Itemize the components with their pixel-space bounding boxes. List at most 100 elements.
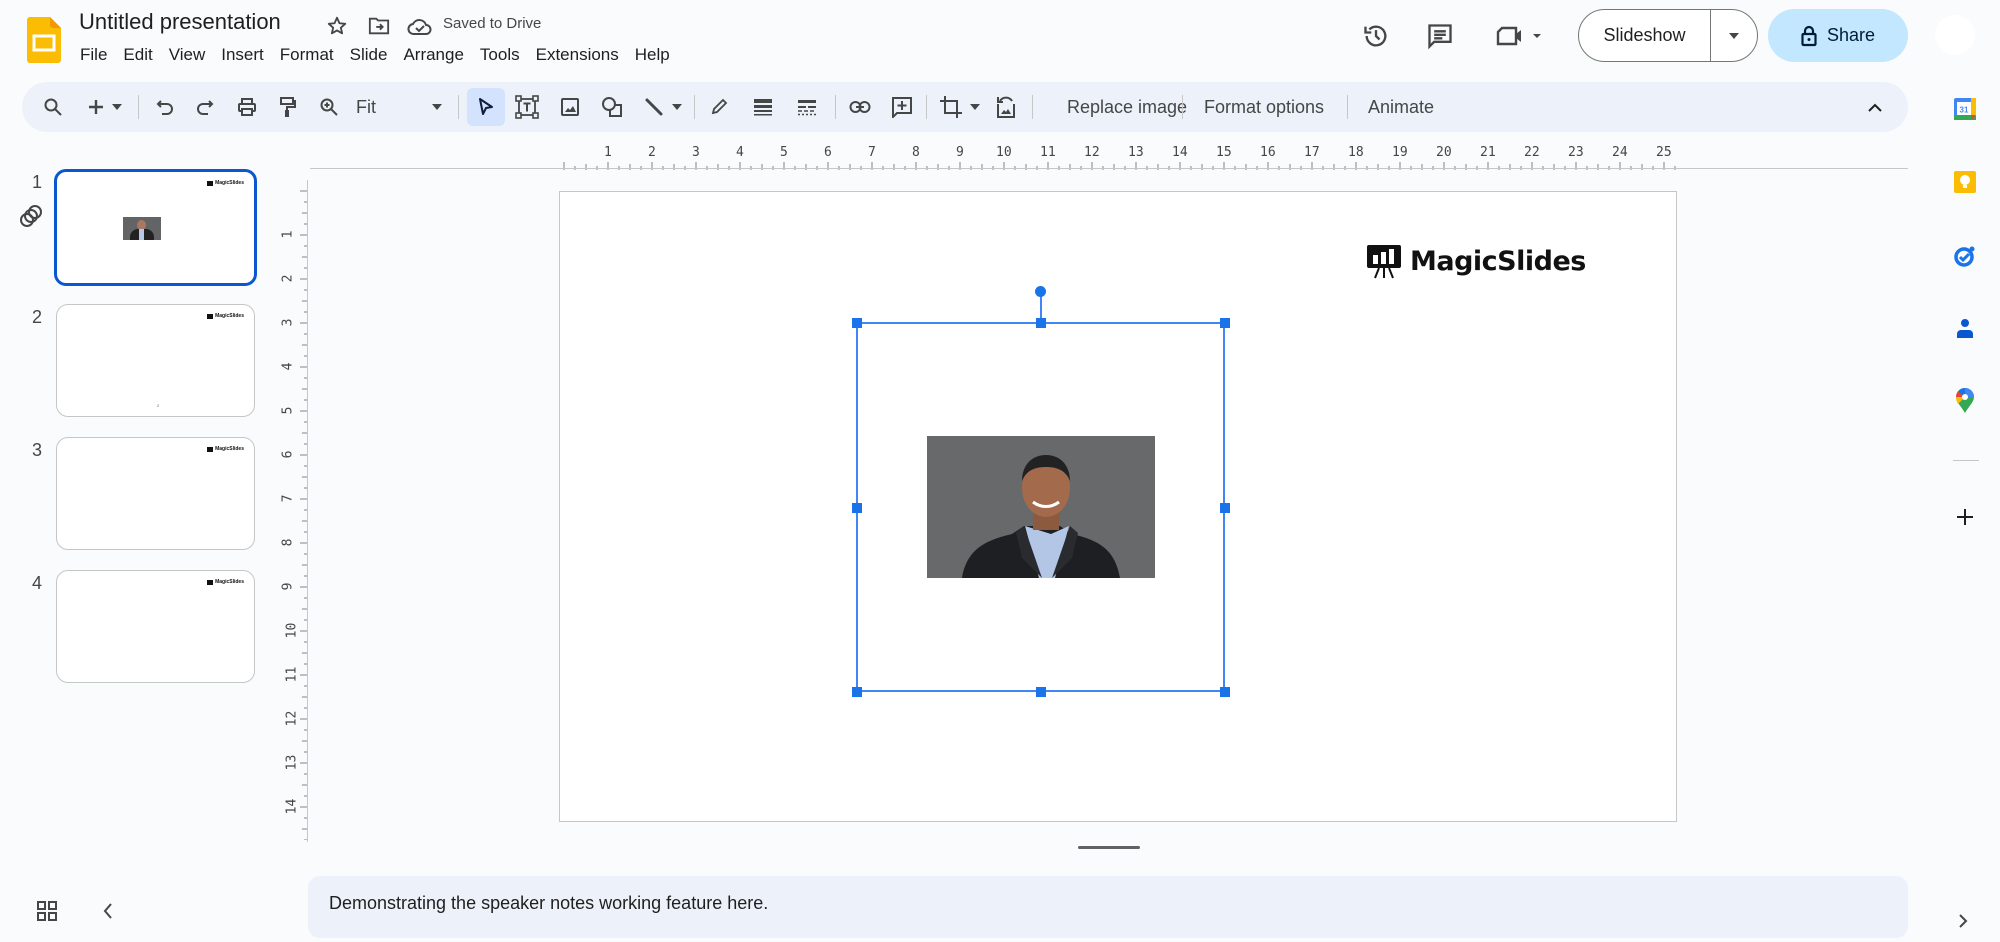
contacts-icon[interactable]: [1950, 313, 1980, 343]
menu-view[interactable]: View: [161, 43, 214, 67]
border-dash-icon[interactable]: [794, 82, 820, 132]
ruler-label: 12: [284, 710, 300, 727]
select-tool-icon[interactable]: [467, 88, 505, 126]
search-menus-icon[interactable]: [38, 82, 68, 132]
menu-extensions[interactable]: Extensions: [528, 43, 627, 67]
line-icon[interactable]: [640, 82, 668, 132]
toolbar: Fit Replace image Format options Animate: [22, 82, 1908, 132]
redo-icon[interactable]: [192, 82, 218, 132]
document-title[interactable]: Untitled presentation: [79, 9, 281, 35]
share-label: Share: [1826, 25, 1876, 45]
menu-help[interactable]: Help: [627, 43, 678, 67]
cloud-saved-icon[interactable]: [407, 13, 433, 39]
image-selection-box[interactable]: [856, 322, 1225, 692]
crop-dropdown[interactable]: [968, 82, 982, 132]
zoom-icon[interactable]: [316, 82, 342, 132]
animate-button[interactable]: Animate: [1356, 82, 1446, 132]
grid-view-icon[interactable]: [36, 900, 58, 922]
ruler-label: 22: [1524, 145, 1540, 160]
border-color-icon[interactable]: [706, 82, 732, 132]
undo-icon[interactable]: [152, 82, 178, 132]
paint-format-icon[interactable]: [275, 82, 301, 132]
collapse-toolbar-icon[interactable]: [1862, 82, 1888, 132]
menu-arrange[interactable]: Arrange: [395, 43, 471, 67]
zoom-select[interactable]: Fit: [356, 82, 396, 132]
ruler-label: 7: [868, 145, 876, 160]
linked-objects-icon[interactable]: [18, 203, 44, 229]
brand-name: MagicSlides: [1410, 245, 1586, 277]
slide-number: 4: [32, 573, 43, 593]
slide-thumbnail-3[interactable]: MagicSlides: [56, 437, 255, 550]
thumbnail-photo: [123, 217, 161, 240]
speaker-notes-text[interactable]: Demonstrating the speaker notes working …: [329, 893, 768, 914]
resize-handle-e[interactable]: [1220, 503, 1230, 513]
horizontal-ruler[interactable]: 1 2 3 4 5 6 7 8 9 10 11 12 13 14 15 16 17 18 19 20 21 22 23 24 2…: [560, 142, 1677, 170]
version-history-icon[interactable]: [1356, 16, 1396, 56]
rotate-handle[interactable]: [1035, 286, 1046, 297]
collapse-filmstrip-icon[interactable]: [102, 902, 118, 920]
insert-image-icon[interactable]: [556, 82, 584, 132]
format-options-button[interactable]: Format options: [1194, 82, 1334, 132]
maps-icon[interactable]: [1950, 386, 1980, 416]
lock-icon: [1801, 25, 1817, 46]
menu-edit[interactable]: Edit: [115, 43, 160, 67]
slideshow-button[interactable]: Slideshow: [1579, 10, 1711, 61]
ruler-label: 18: [1348, 145, 1364, 160]
account-avatar[interactable]: [1935, 15, 1975, 55]
ruler-label: 2: [280, 274, 296, 283]
text-box-icon[interactable]: [512, 82, 542, 132]
add-comment-icon[interactable]: [888, 82, 916, 132]
resize-handle-ne[interactable]: [1220, 318, 1230, 328]
speaker-notes[interactable]: Demonstrating the speaker notes working …: [308, 876, 1908, 938]
ruler-label: 7: [280, 494, 296, 503]
video-call-icon[interactable]: [1490, 16, 1550, 56]
ruler-label: 9: [280, 582, 296, 591]
resize-handle-s[interactable]: [1036, 687, 1046, 697]
new-slide-dropdown[interactable]: [110, 82, 124, 132]
new-slide-icon[interactable]: [84, 82, 108, 132]
ruler-label: 10: [996, 145, 1012, 160]
ruler-label: 24: [1612, 145, 1628, 160]
vertical-ruler[interactable]: 1 2 3 4 5 6 7 8 9 10 11 12 13 14: [280, 180, 310, 840]
print-icon[interactable]: [234, 82, 260, 132]
ruler-label: 6: [280, 450, 296, 459]
move-to-folder-icon[interactable]: [366, 13, 392, 39]
border-weight-icon[interactable]: [750, 82, 776, 132]
keep-icon[interactable]: [1950, 167, 1980, 197]
star-icon[interactable]: [324, 13, 350, 39]
menu-slide[interactable]: Slide: [342, 43, 396, 67]
shape-icon[interactable]: [598, 82, 626, 132]
tasks-icon[interactable]: [1950, 241, 1980, 271]
resize-handle-nw[interactable]: [852, 318, 862, 328]
zoom-dropdown[interactable]: [430, 82, 444, 132]
menu-tools[interactable]: Tools: [472, 43, 528, 67]
line-dropdown[interactable]: [670, 82, 684, 132]
calendar-icon[interactable]: 31: [1950, 94, 1980, 124]
notes-resize-handle[interactable]: [1078, 846, 1140, 849]
slide-thumbnail-2[interactable]: MagicSlides 2: [56, 304, 255, 417]
share-button[interactable]: Share: [1768, 9, 1908, 62]
crop-icon[interactable]: [936, 82, 966, 132]
insert-link-icon[interactable]: [846, 82, 874, 132]
replace-image-button[interactable]: Replace image: [1044, 82, 1210, 132]
menu-insert[interactable]: Insert: [213, 43, 272, 67]
slideshow-dropdown[interactable]: [1711, 10, 1757, 61]
reset-image-icon[interactable]: [992, 82, 1020, 132]
resize-handle-n[interactable]: [1036, 318, 1046, 328]
google-slides-logo[interactable]: [27, 17, 61, 63]
magicslides-logo[interactable]: MagicSlides: [1366, 243, 1586, 279]
ruler-label: 9: [956, 145, 964, 160]
slideshow-button-group: Slideshow: [1578, 9, 1758, 62]
slide-thumbnail-4[interactable]: MagicSlides: [56, 570, 255, 683]
expand-side-panel-icon[interactable]: [1958, 914, 1972, 932]
resize-handle-sw[interactable]: [852, 687, 862, 697]
resize-handle-se[interactable]: [1220, 687, 1230, 697]
resize-handle-w[interactable]: [852, 503, 862, 513]
ruler-label: 3: [692, 145, 700, 160]
comments-icon[interactable]: [1420, 16, 1460, 56]
menu-format[interactable]: Format: [272, 43, 342, 67]
slide-thumbnail-1[interactable]: MagicSlides: [54, 169, 257, 286]
ruler-label: 15: [1216, 145, 1232, 160]
menu-file[interactable]: File: [72, 43, 115, 67]
add-ons-plus-icon[interactable]: [1950, 502, 1980, 532]
